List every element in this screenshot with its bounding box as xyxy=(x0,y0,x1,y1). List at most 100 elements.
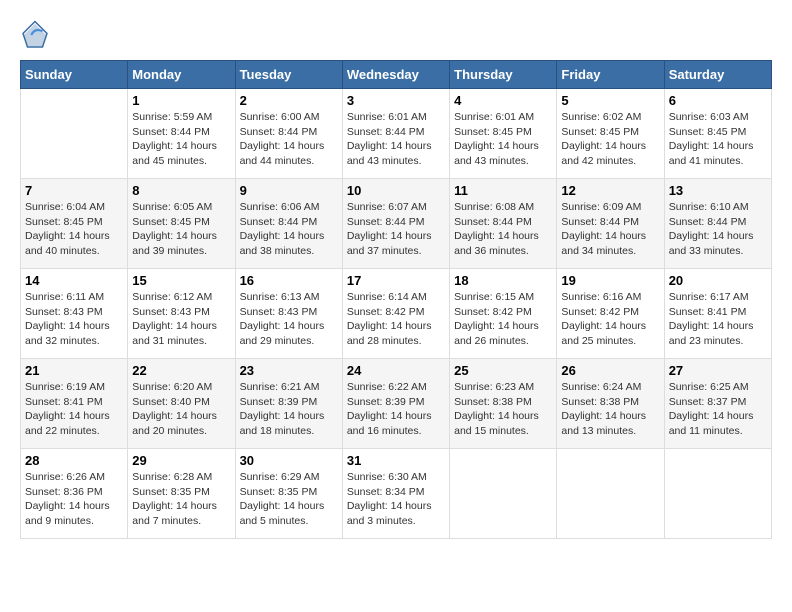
day-info: Sunrise: 6:24 AM Sunset: 8:38 PM Dayligh… xyxy=(561,380,659,439)
calendar-week-2: 7 Sunrise: 6:04 AM Sunset: 8:45 PM Daylig… xyxy=(21,179,772,269)
day-number: 16 xyxy=(240,273,338,288)
day-number: 28 xyxy=(25,453,123,468)
calendar-cell: 5 Sunrise: 6:02 AM Sunset: 8:45 PM Daylig… xyxy=(557,89,664,179)
logo-icon xyxy=(20,20,50,50)
day-number: 2 xyxy=(240,93,338,108)
day-number: 9 xyxy=(240,183,338,198)
day-number: 23 xyxy=(240,363,338,378)
calendar-cell: 8 Sunrise: 6:05 AM Sunset: 8:45 PM Daylig… xyxy=(128,179,235,269)
day-info: Sunrise: 6:02 AM Sunset: 8:45 PM Dayligh… xyxy=(561,110,659,169)
day-info: Sunrise: 6:17 AM Sunset: 8:41 PM Dayligh… xyxy=(669,290,767,349)
calendar-cell xyxy=(450,449,557,539)
header-day-tuesday: Tuesday xyxy=(235,61,342,89)
day-info: Sunrise: 6:14 AM Sunset: 8:42 PM Dayligh… xyxy=(347,290,445,349)
calendar-cell: 21 Sunrise: 6:19 AM Sunset: 8:41 PM Dayli… xyxy=(21,359,128,449)
day-number: 7 xyxy=(25,183,123,198)
day-number: 1 xyxy=(132,93,230,108)
calendar-cell: 24 Sunrise: 6:22 AM Sunset: 8:39 PM Dayli… xyxy=(342,359,449,449)
calendar-week-4: 21 Sunrise: 6:19 AM Sunset: 8:41 PM Dayli… xyxy=(21,359,772,449)
logo xyxy=(20,20,54,50)
calendar-cell: 14 Sunrise: 6:11 AM Sunset: 8:43 PM Dayli… xyxy=(21,269,128,359)
day-info: Sunrise: 6:12 AM Sunset: 8:43 PM Dayligh… xyxy=(132,290,230,349)
day-info: Sunrise: 6:16 AM Sunset: 8:42 PM Dayligh… xyxy=(561,290,659,349)
day-info: Sunrise: 6:03 AM Sunset: 8:45 PM Dayligh… xyxy=(669,110,767,169)
day-info: Sunrise: 6:13 AM Sunset: 8:43 PM Dayligh… xyxy=(240,290,338,349)
day-number: 31 xyxy=(347,453,445,468)
day-info: Sunrise: 5:59 AM Sunset: 8:44 PM Dayligh… xyxy=(132,110,230,169)
calendar-header: SundayMondayTuesdayWednesdayThursdayFrid… xyxy=(21,61,772,89)
day-number: 19 xyxy=(561,273,659,288)
day-info: Sunrise: 6:11 AM Sunset: 8:43 PM Dayligh… xyxy=(25,290,123,349)
calendar-week-3: 14 Sunrise: 6:11 AM Sunset: 8:43 PM Dayli… xyxy=(21,269,772,359)
day-number: 21 xyxy=(25,363,123,378)
day-number: 4 xyxy=(454,93,552,108)
day-info: Sunrise: 6:23 AM Sunset: 8:38 PM Dayligh… xyxy=(454,380,552,439)
day-info: Sunrise: 6:28 AM Sunset: 8:35 PM Dayligh… xyxy=(132,470,230,529)
calendar-cell: 9 Sunrise: 6:06 AM Sunset: 8:44 PM Daylig… xyxy=(235,179,342,269)
header-day-monday: Monday xyxy=(128,61,235,89)
calendar-week-5: 28 Sunrise: 6:26 AM Sunset: 8:36 PM Dayli… xyxy=(21,449,772,539)
day-info: Sunrise: 6:06 AM Sunset: 8:44 PM Dayligh… xyxy=(240,200,338,259)
day-number: 25 xyxy=(454,363,552,378)
day-info: Sunrise: 6:00 AM Sunset: 8:44 PM Dayligh… xyxy=(240,110,338,169)
day-info: Sunrise: 6:26 AM Sunset: 8:36 PM Dayligh… xyxy=(25,470,123,529)
calendar-cell: 23 Sunrise: 6:21 AM Sunset: 8:39 PM Dayli… xyxy=(235,359,342,449)
header-day-sunday: Sunday xyxy=(21,61,128,89)
day-number: 22 xyxy=(132,363,230,378)
day-number: 11 xyxy=(454,183,552,198)
calendar-cell: 6Sunrise: 6:03 AM Sunset: 8:45 PM Daylig… xyxy=(664,89,771,179)
day-number: 14 xyxy=(25,273,123,288)
calendar-body: 1 Sunrise: 5:59 AM Sunset: 8:44 PM Daylig… xyxy=(21,89,772,539)
day-number: 8 xyxy=(132,183,230,198)
calendar-cell: 11Sunrise: 6:08 AM Sunset: 8:44 PM Dayli… xyxy=(450,179,557,269)
day-number: 30 xyxy=(240,453,338,468)
day-info: Sunrise: 6:21 AM Sunset: 8:39 PM Dayligh… xyxy=(240,380,338,439)
day-info: Sunrise: 6:05 AM Sunset: 8:45 PM Dayligh… xyxy=(132,200,230,259)
calendar-cell: 4 Sunrise: 6:01 AM Sunset: 8:45 PM Daylig… xyxy=(450,89,557,179)
header-day-wednesday: Wednesday xyxy=(342,61,449,89)
calendar-cell: 31 Sunrise: 6:30 AM Sunset: 8:34 PM Dayli… xyxy=(342,449,449,539)
day-info: Sunrise: 6:10 AM Sunset: 8:44 PM Dayligh… xyxy=(669,200,767,259)
day-number: 24 xyxy=(347,363,445,378)
day-info: Sunrise: 6:01 AM Sunset: 8:44 PM Dayligh… xyxy=(347,110,445,169)
calendar-cell xyxy=(664,449,771,539)
calendar-cell: 25 Sunrise: 6:23 AM Sunset: 8:38 PM Dayli… xyxy=(450,359,557,449)
day-number: 27 xyxy=(669,363,767,378)
calendar-cell: 29Sunrise: 6:28 AM Sunset: 8:35 PM Dayli… xyxy=(128,449,235,539)
calendar-cell: 26 Sunrise: 6:24 AM Sunset: 8:38 PM Dayli… xyxy=(557,359,664,449)
day-number: 13 xyxy=(669,183,767,198)
calendar-cell: 15 Sunrise: 6:12 AM Sunset: 8:43 PM Dayli… xyxy=(128,269,235,359)
calendar-cell: 22Sunrise: 6:20 AM Sunset: 8:40 PM Dayli… xyxy=(128,359,235,449)
day-info: Sunrise: 6:19 AM Sunset: 8:41 PM Dayligh… xyxy=(25,380,123,439)
header-row: SundayMondayTuesdayWednesdayThursdayFrid… xyxy=(21,61,772,89)
header xyxy=(20,20,772,50)
day-number: 5 xyxy=(561,93,659,108)
day-info: Sunrise: 6:30 AM Sunset: 8:34 PM Dayligh… xyxy=(347,470,445,529)
calendar-cell: 19 Sunrise: 6:16 AM Sunset: 8:42 PM Dayli… xyxy=(557,269,664,359)
calendar-cell: 2 Sunrise: 6:00 AM Sunset: 8:44 PM Daylig… xyxy=(235,89,342,179)
calendar-cell: 1 Sunrise: 5:59 AM Sunset: 8:44 PM Daylig… xyxy=(128,89,235,179)
day-number: 15 xyxy=(132,273,230,288)
day-info: Sunrise: 6:15 AM Sunset: 8:42 PM Dayligh… xyxy=(454,290,552,349)
day-number: 12 xyxy=(561,183,659,198)
day-info: Sunrise: 6:09 AM Sunset: 8:44 PM Dayligh… xyxy=(561,200,659,259)
calendar-cell: 20 Sunrise: 6:17 AM Sunset: 8:41 PM Dayli… xyxy=(664,269,771,359)
day-info: Sunrise: 6:07 AM Sunset: 8:44 PM Dayligh… xyxy=(347,200,445,259)
calendar-cell: 13 Sunrise: 6:10 AM Sunset: 8:44 PM Dayli… xyxy=(664,179,771,269)
day-number: 20 xyxy=(669,273,767,288)
header-day-thursday: Thursday xyxy=(450,61,557,89)
day-info: Sunrise: 6:01 AM Sunset: 8:45 PM Dayligh… xyxy=(454,110,552,169)
day-info: Sunrise: 6:04 AM Sunset: 8:45 PM Dayligh… xyxy=(25,200,123,259)
calendar-cell xyxy=(21,89,128,179)
day-info: Sunrise: 6:22 AM Sunset: 8:39 PM Dayligh… xyxy=(347,380,445,439)
calendar-cell: 3 Sunrise: 6:01 AM Sunset: 8:44 PM Daylig… xyxy=(342,89,449,179)
calendar-cell: 27Sunrise: 6:25 AM Sunset: 8:37 PM Dayli… xyxy=(664,359,771,449)
day-number: 26 xyxy=(561,363,659,378)
calendar-table: SundayMondayTuesdayWednesdayThursdayFrid… xyxy=(20,60,772,539)
day-number: 3 xyxy=(347,93,445,108)
calendar-cell: 12 Sunrise: 6:09 AM Sunset: 8:44 PM Dayli… xyxy=(557,179,664,269)
calendar-cell: 30 Sunrise: 6:29 AM Sunset: 8:35 PM Dayli… xyxy=(235,449,342,539)
calendar-cell: 16 Sunrise: 6:13 AM Sunset: 8:43 PM Dayli… xyxy=(235,269,342,359)
day-info: Sunrise: 6:29 AM Sunset: 8:35 PM Dayligh… xyxy=(240,470,338,529)
header-day-saturday: Saturday xyxy=(664,61,771,89)
